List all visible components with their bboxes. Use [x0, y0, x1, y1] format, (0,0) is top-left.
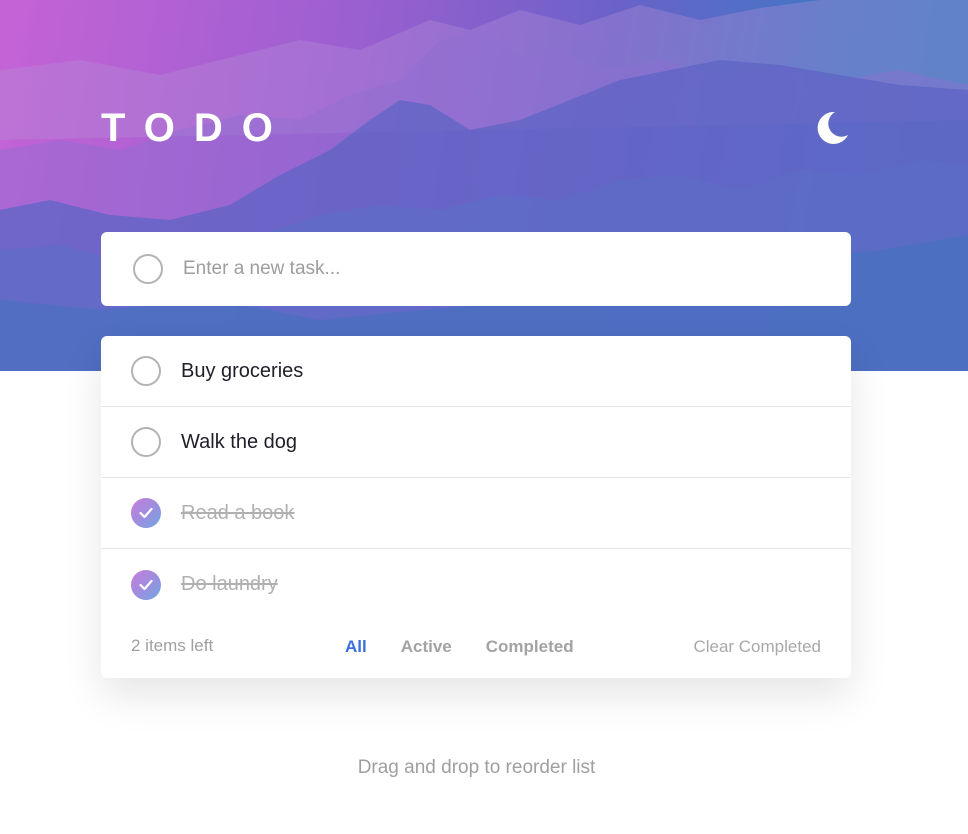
header-background: TODO [0, 0, 968, 371]
task-checkbox-checked[interactable] [131, 498, 161, 528]
task-label: Buy groceries [181, 359, 304, 382]
task-label: Walk the dog [181, 430, 297, 453]
theme-toggle-button[interactable] [812, 108, 852, 148]
task-item[interactable]: Buy groceries [101, 336, 851, 407]
new-task-input[interactable] [183, 258, 783, 280]
task-item[interactable]: Walk the dog [101, 407, 851, 478]
filter-completed[interactable]: Completed [486, 637, 574, 657]
app-title: TODO [101, 106, 292, 150]
check-icon [139, 507, 153, 519]
filter-group: All Active Completed [345, 637, 608, 657]
task-list: Buy groceries Walk the dog Read a book D… [101, 336, 851, 678]
new-task-bar [101, 232, 851, 306]
filter-all[interactable]: All [345, 637, 367, 657]
filter-active[interactable]: Active [401, 637, 452, 657]
task-checkbox[interactable] [131, 427, 161, 457]
task-label: Do laundry [181, 573, 278, 595]
task-label: Read a book [181, 501, 295, 524]
task-checkbox[interactable] [131, 356, 161, 386]
new-task-circle-icon[interactable] [133, 254, 163, 284]
mountains-image [0, 0, 968, 371]
moon-icon [817, 111, 848, 144]
reorder-hint: Drag and drop to reorder list [357, 757, 596, 778]
check-icon [139, 579, 153, 590]
task-checkbox-checked[interactable] [131, 569, 161, 600]
clear-completed-button[interactable]: Clear Completed [693, 637, 821, 657]
items-left-count: 2 items left [131, 636, 214, 655]
task-item[interactable]: Do laundry [101, 549, 851, 620]
task-item[interactable]: Read a book [101, 478, 851, 549]
list-footer: 2 items left All Active Completed Clear … [101, 620, 851, 678]
